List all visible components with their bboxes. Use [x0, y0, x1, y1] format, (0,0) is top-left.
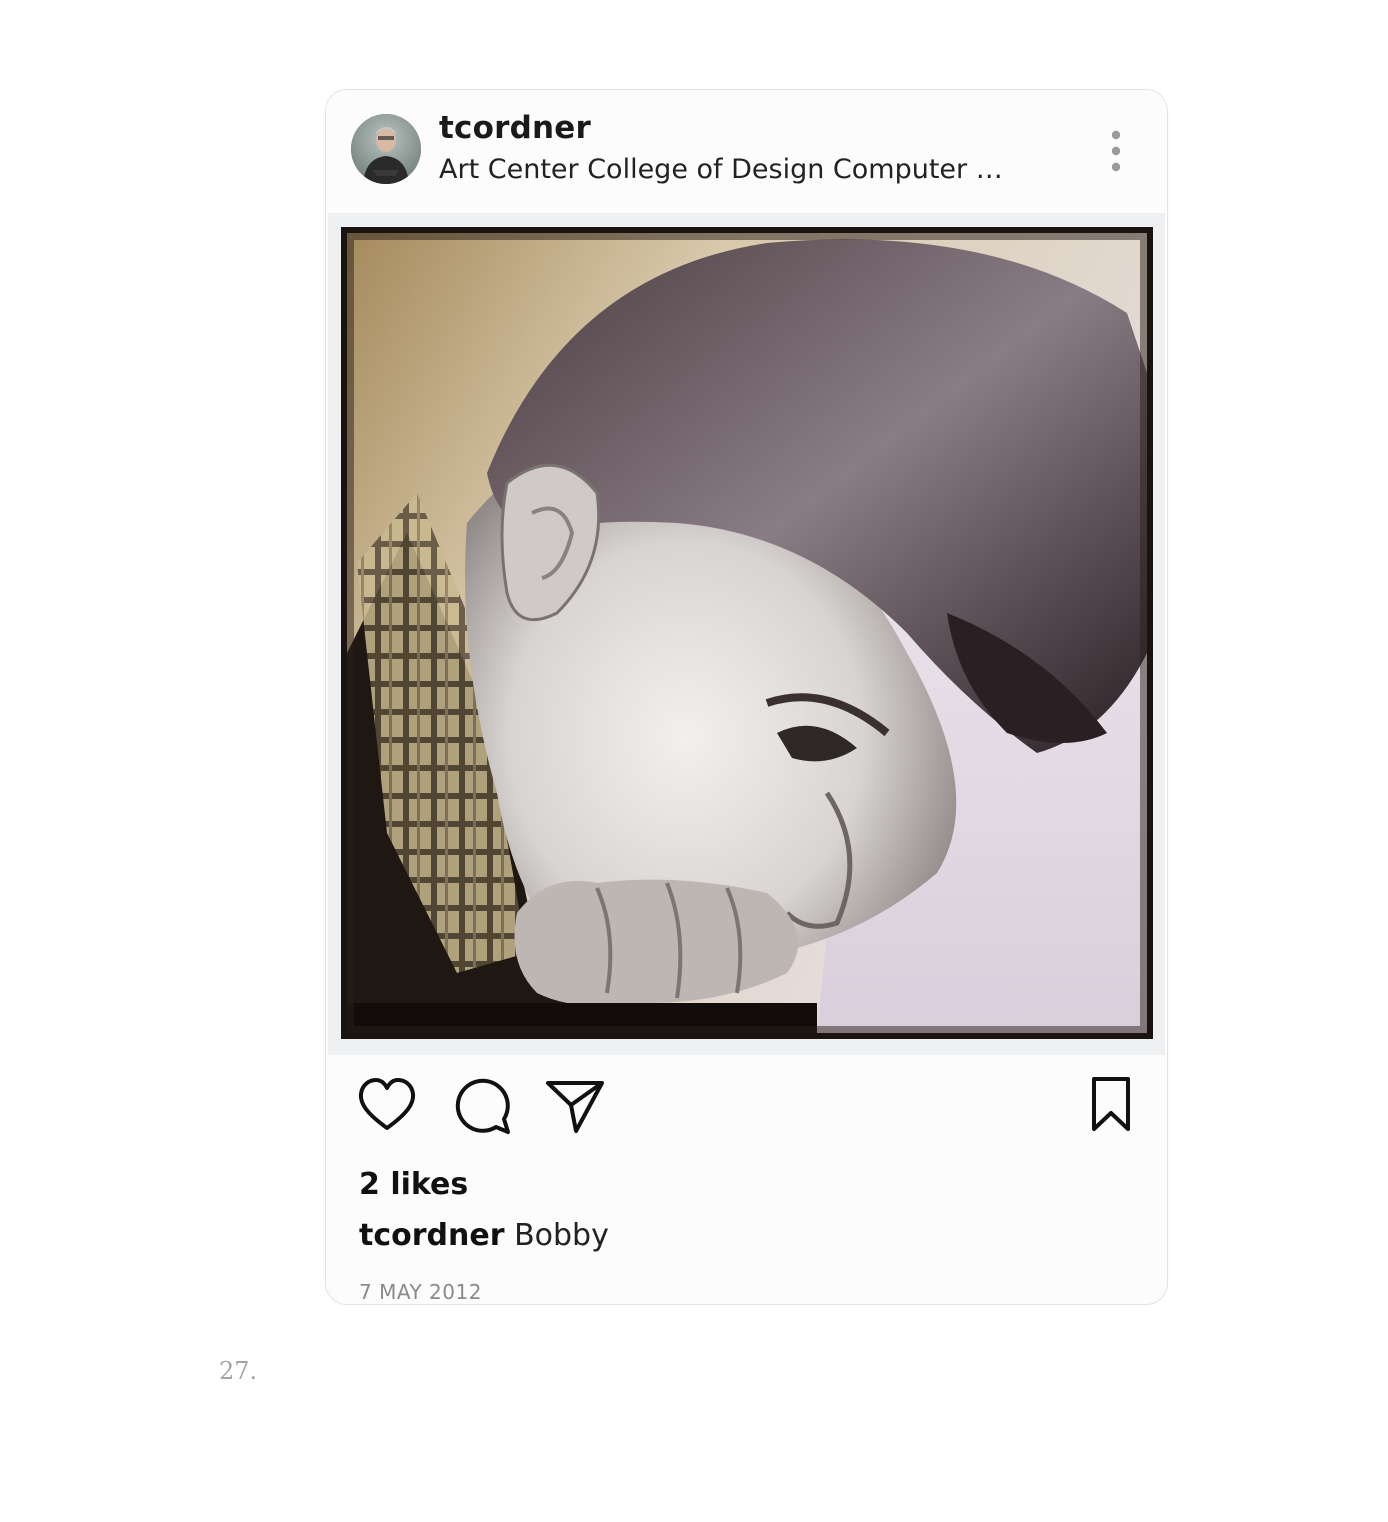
share-button[interactable] — [544, 1075, 606, 1141]
post-photo-frame — [328, 213, 1165, 1055]
like-button[interactable] — [356, 1075, 418, 1141]
avatar-image — [351, 114, 421, 184]
post-actions-bar — [326, 1075, 1167, 1145]
post-photo[interactable] — [341, 227, 1153, 1039]
photo-image — [347, 233, 1147, 1033]
more-vertical-icon — [1111, 130, 1121, 172]
post-date: 7 MAY 2012 — [359, 1280, 482, 1304]
caption-text: Bobby — [514, 1218, 609, 1253]
comment-icon — [455, 1078, 510, 1134]
post-caption: tcordner Bobby — [359, 1218, 609, 1253]
post-card: tcordner Art Center College of Design Co… — [325, 89, 1168, 1305]
post-header: tcordner Art Center College of Design Co… — [326, 90, 1167, 212]
save-button[interactable] — [1090, 1075, 1132, 1137]
post-username[interactable]: tcordner — [439, 110, 591, 146]
likes-count[interactable]: 2 likes — [359, 1167, 468, 1202]
post-location[interactable]: Art Center College of Design Computer … — [439, 154, 1003, 185]
caption-username[interactable]: tcordner — [359, 1218, 505, 1253]
heart-icon — [358, 1078, 416, 1130]
avatar[interactable] — [351, 114, 421, 184]
more-options-button[interactable] — [1096, 126, 1136, 176]
comment-button[interactable] — [452, 1075, 512, 1141]
page-number: 27. — [219, 1357, 258, 1385]
bookmark-icon — [1092, 1077, 1130, 1131]
send-icon — [546, 1081, 604, 1133]
